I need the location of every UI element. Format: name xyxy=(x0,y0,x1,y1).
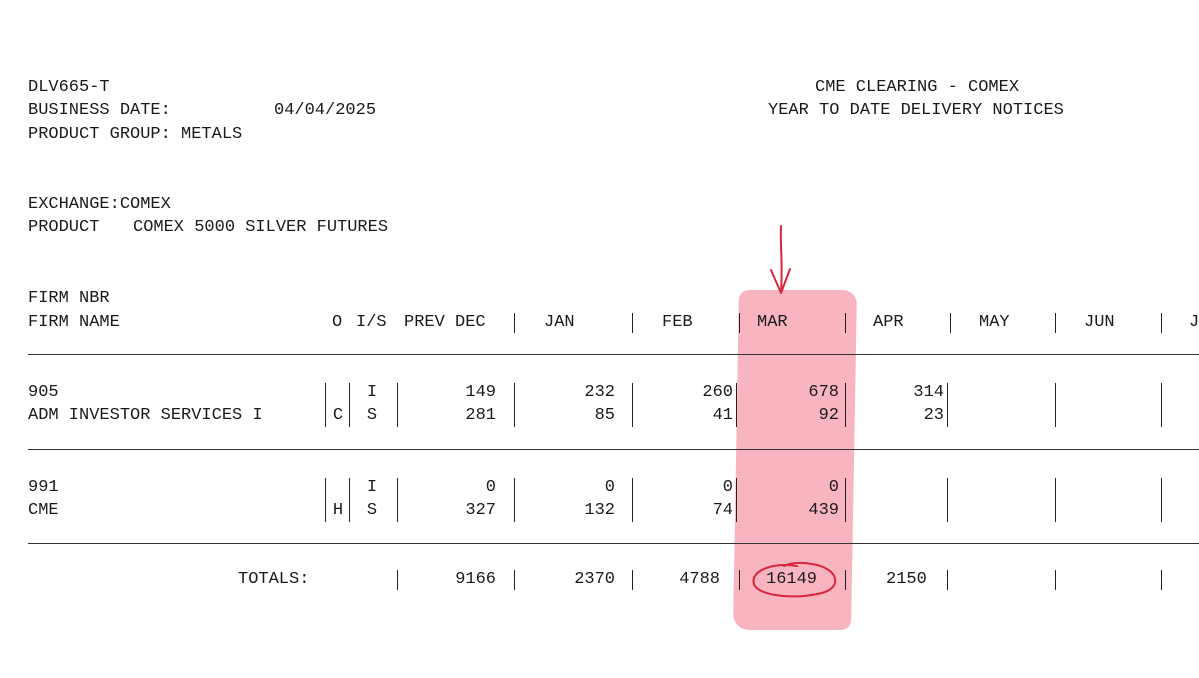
down-arrow-icon xyxy=(770,225,791,294)
annotation-layer xyxy=(752,225,837,598)
circle-annotation xyxy=(752,561,837,598)
